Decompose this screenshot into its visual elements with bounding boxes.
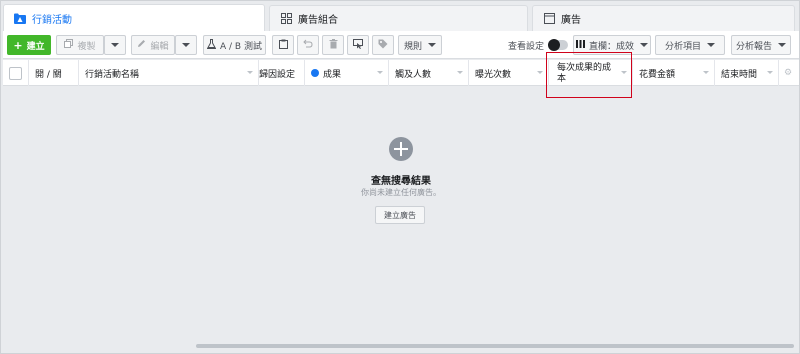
col-impressions[interactable]: 曝光次數 — [469, 60, 549, 86]
col-reach-label: 觸及人數 — [395, 69, 432, 80]
col-on-off-label: 開 / 關 — [35, 69, 62, 80]
duplicate-label: 複製 — [77, 41, 96, 52]
chevron-down-icon — [707, 43, 715, 47]
info-icon — [311, 69, 319, 77]
chevron-down-icon — [640, 43, 648, 47]
view-setting-label: 查看設定 — [508, 41, 545, 52]
horizontal-scrollbar[interactable] — [196, 344, 794, 348]
sort-icon — [457, 71, 463, 74]
tab-bar: 行銷活動 廣告組合 廣告 — [1, 1, 800, 32]
tab-ad-sets-label: 廣告組合 — [298, 15, 338, 26]
edit-dropdown[interactable] — [175, 35, 197, 55]
col-results-label: 成果 — [323, 69, 342, 80]
undo-button[interactable] — [297, 35, 319, 55]
sort-icon — [377, 71, 383, 74]
toolbar: + 建立 複製 編輯 A / B 測試 規則 查看設定 直欄：成效 分析項目 分… — [3, 31, 799, 59]
col-end-time[interactable]: 結束時間 — [715, 60, 779, 86]
clipboard-button[interactable] — [272, 35, 294, 55]
table-header: 開 / 關 行銷活動名稱 歸因設定 成果 觸及人數 曝光次數 每次成果的成本 花… — [3, 60, 799, 86]
ads-manager-window: 行銷活動 廣告組合 廣告 + 建立 複製 編輯 A / B 測試 規則 查看設定… — [0, 0, 800, 354]
edit-label: 編輯 — [150, 41, 169, 52]
tag-icon — [378, 39, 388, 52]
campaigns-panel: + 建立 複製 編輯 A / B 測試 規則 查看設定 直欄：成效 分析項目 分… — [3, 31, 799, 346]
chevron-down-icon — [778, 43, 786, 47]
flask-icon — [206, 38, 217, 52]
pencil-icon — [137, 39, 146, 51]
col-amount-spent[interactable]: 花費金額 — [633, 60, 715, 86]
select-all-cell — [3, 60, 29, 86]
col-results[interactable]: 成果 — [305, 60, 389, 86]
sort-icon — [247, 71, 253, 74]
empty-state-title: 查無搜尋結果 — [371, 176, 431, 187]
col-impressions-label: 曝光次數 — [475, 69, 512, 80]
ab-test-button[interactable]: A / B 測試 — [203, 35, 266, 55]
sort-icon — [537, 71, 543, 74]
breakdown-label: 分析項目 — [664, 41, 701, 52]
undo-icon — [303, 39, 313, 51]
create-ad-button[interactable]: 建立廣告 — [375, 206, 425, 224]
add-column-cell[interactable]: ⚙ — [779, 60, 799, 86]
col-amount-spent-label: 花費金額 — [639, 69, 676, 80]
view-setting-toggle[interactable] — [548, 39, 569, 51]
sort-icon — [703, 71, 709, 74]
chevron-down-icon — [428, 43, 436, 47]
preview-icon — [353, 38, 363, 52]
empty-state-subtitle: 你尚未建立任何廣告。 — [361, 188, 441, 197]
tab-ad-sets[interactable]: 廣告組合 — [269, 5, 528, 31]
grid-icon — [280, 13, 292, 25]
reports-label: 分析報告 — [735, 41, 772, 52]
highlight-box — [546, 52, 632, 98]
trash-icon — [329, 38, 338, 52]
edit-button[interactable]: 編輯 — [131, 35, 175, 55]
col-on-off[interactable]: 開 / 關 — [29, 60, 79, 86]
create-label: 建立 — [26, 41, 45, 52]
toggle-knob — [548, 39, 561, 51]
col-attribution-label: 歸因設定 — [259, 69, 296, 80]
col-campaign-name-label: 行銷活動名稱 — [85, 69, 140, 80]
columns-icon — [575, 39, 585, 51]
col-reach[interactable]: 觸及人數 — [389, 60, 469, 86]
tab-ads-label: 廣告 — [561, 15, 581, 26]
col-end-time-label: 結束時間 — [721, 69, 758, 80]
tag-button[interactable] — [372, 35, 394, 55]
copy-icon — [64, 39, 74, 51]
chevron-down-icon — [182, 43, 190, 47]
select-all-checkbox[interactable] — [9, 66, 22, 80]
sort-icon — [767, 71, 773, 74]
tab-campaigns-label: 行銷活動 — [32, 15, 72, 26]
chevron-down-icon — [111, 43, 119, 47]
duplicate-button[interactable]: 複製 — [56, 35, 104, 55]
gear-icon: ⚙ — [784, 68, 793, 78]
folder-icon — [14, 13, 26, 25]
tab-campaigns[interactable]: 行銷活動 — [3, 4, 265, 32]
rules-label: 規則 — [403, 41, 422, 52]
breakdown-button[interactable]: 分析項目 — [655, 35, 725, 55]
col-campaign-name[interactable]: 行銷活動名稱 — [79, 60, 259, 86]
duplicate-dropdown[interactable] — [104, 35, 126, 55]
plus-icon: + — [13, 38, 23, 52]
reports-button[interactable]: 分析報告 — [731, 35, 791, 55]
clipboard-icon — [278, 39, 288, 52]
rules-button[interactable]: 規則 — [398, 35, 442, 55]
ab-test-label: A / B 測試 — [220, 41, 262, 52]
tab-ads[interactable]: 廣告 — [532, 5, 795, 31]
columns-label: 直欄：成效 — [588, 41, 634, 52]
col-attribution[interactable]: 歸因設定 — [259, 60, 305, 86]
preview-button[interactable] — [347, 35, 369, 55]
add-circle-icon — [389, 137, 413, 161]
create-button[interactable]: + 建立 — [7, 35, 51, 55]
delete-button[interactable] — [322, 35, 344, 55]
ad-page-icon — [543, 13, 555, 25]
